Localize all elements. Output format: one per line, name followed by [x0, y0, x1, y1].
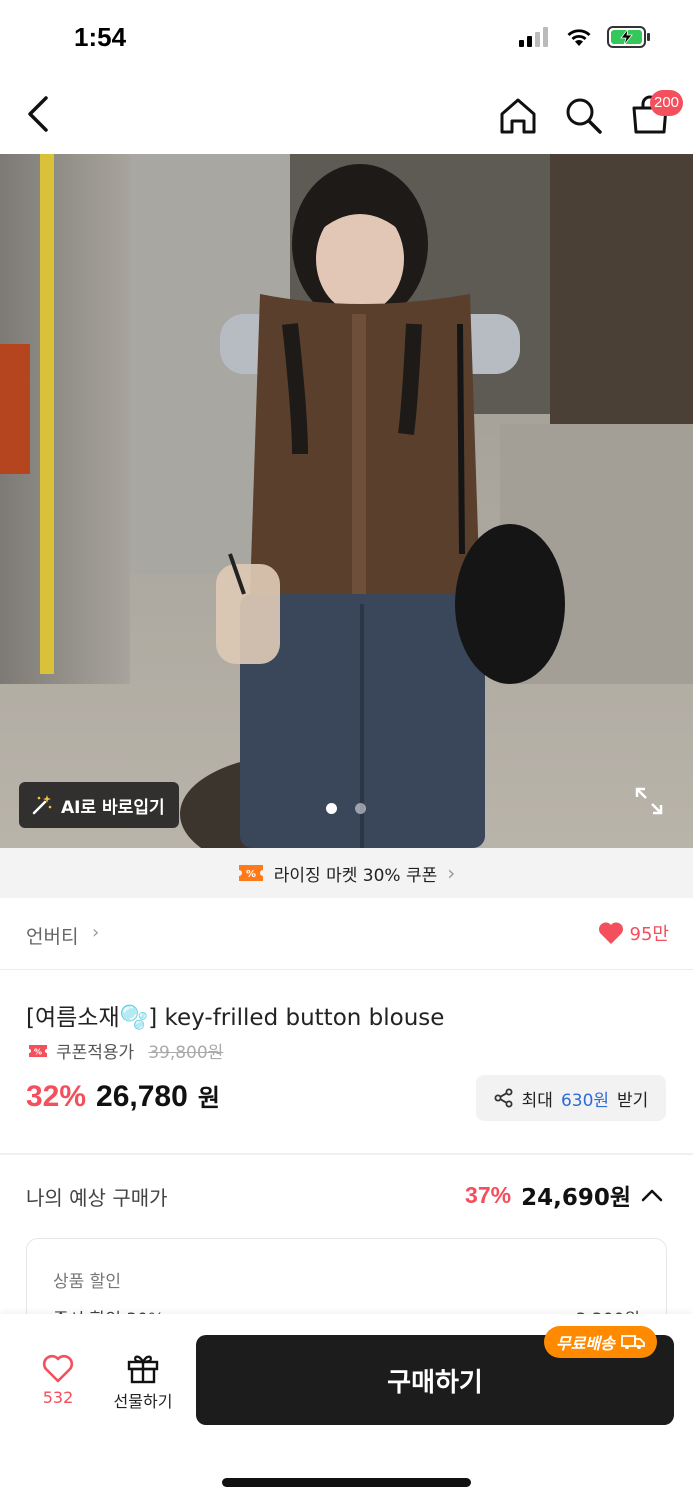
- price-row: 32% 26,780 원: [26, 1078, 220, 1114]
- section-divider: [0, 1153, 693, 1155]
- chevron-up-icon: [641, 1189, 663, 1202]
- search-icon[interactable]: [562, 94, 606, 138]
- like-button[interactable]: 532: [30, 1354, 86, 1407]
- expand-icon[interactable]: [634, 786, 664, 816]
- status-icons: [519, 26, 651, 48]
- breakdown-title: 상품 할인: [53, 1272, 121, 1292]
- coupon-banner[interactable]: % 라이징 마켓 30% 쿠폰 ›: [0, 848, 693, 898]
- gift-button[interactable]: 선물하기: [106, 1352, 180, 1412]
- nav-bar: 200: [0, 78, 693, 154]
- cart-badge: 200: [650, 90, 684, 116]
- expected-price-toggle[interactable]: 37% 24,690원: [465, 1178, 663, 1212]
- battery-charging-icon: [607, 26, 650, 48]
- like-count: 532: [42, 1388, 74, 1407]
- cellular-signal-icon: [519, 27, 548, 47]
- share-suffix: 받기: [617, 1090, 649, 1111]
- wifi-icon: [567, 29, 591, 46]
- back-chevron-icon[interactable]: [22, 94, 58, 134]
- svg-text:%: %: [246, 869, 256, 880]
- coupon-banner-text: 라이징 마켓 30% 쿠폰: [273, 865, 438, 886]
- pagination-dot[interactable]: [326, 803, 337, 814]
- expected-price-label: 나의 예상 구매가: [26, 1186, 168, 1210]
- home-icon[interactable]: [496, 94, 540, 138]
- coupon-ticket-icon: %: [29, 1044, 47, 1057]
- gift-label: 선물하기: [113, 1392, 173, 1411]
- brand-like-button[interactable]: 95만: [598, 920, 669, 946]
- free-shipping-badge: 무료배송: [544, 1326, 657, 1358]
- magic-wand-icon: [32, 795, 52, 815]
- coupon-ticket-icon: %: [238, 865, 263, 881]
- share-amount: 630원: [560, 1090, 610, 1111]
- free-shipping-label: 무료배송: [556, 1334, 615, 1353]
- pagination-dot[interactable]: [355, 803, 366, 814]
- expected-discount: 37%: [465, 1181, 512, 1208]
- brand-row: 언버티 › 95만: [0, 898, 693, 970]
- coupon-price-line: % 쿠폰적용가 39,800원: [28, 1038, 223, 1063]
- chevron-right-icon: ›: [447, 861, 456, 885]
- svg-text:%: %: [34, 1047, 42, 1056]
- delivery-truck-icon: [620, 1335, 645, 1349]
- gift-icon: [127, 1355, 159, 1384]
- product-photo: [0, 154, 693, 848]
- home-indicator: [222, 1478, 471, 1487]
- status-bar: 1:54: [0, 0, 693, 78]
- discount-rate: 32%: [26, 1080, 87, 1113]
- product-image[interactable]: [0, 154, 693, 848]
- share-prefix: 최대: [521, 1090, 553, 1111]
- expected-price: 24,690원: [521, 1185, 631, 1211]
- share-reward-button[interactable]: 최대 630원 받기: [476, 1075, 666, 1121]
- bottom-action-bar: 532 선물하기 구매하기 무료배송: [0, 1314, 693, 1500]
- ai-try-on-button[interactable]: AI로 바로입기: [19, 782, 179, 828]
- product-title: [여름소재🫧] key-frilled button blouse: [26, 1005, 445, 1031]
- ai-try-on-label: AI로 바로입기: [61, 797, 165, 818]
- brand-like-count: 95만: [629, 924, 669, 945]
- heart-outline-icon: [42, 1354, 74, 1383]
- price-currency: 원: [197, 1084, 220, 1112]
- heart-filled-icon: [598, 922, 623, 944]
- brand-name-link[interactable]: 언버티: [26, 922, 78, 949]
- coupon-price-label: 쿠폰적용가: [56, 1043, 135, 1063]
- image-pagination: [326, 803, 366, 814]
- sale-price: 26,780: [96, 1080, 188, 1113]
- original-price: 39,800원: [148, 1043, 224, 1063]
- chevron-right-icon: ›: [92, 922, 100, 943]
- share-icon: [494, 1088, 513, 1108]
- status-time: 1:54: [74, 22, 127, 52]
